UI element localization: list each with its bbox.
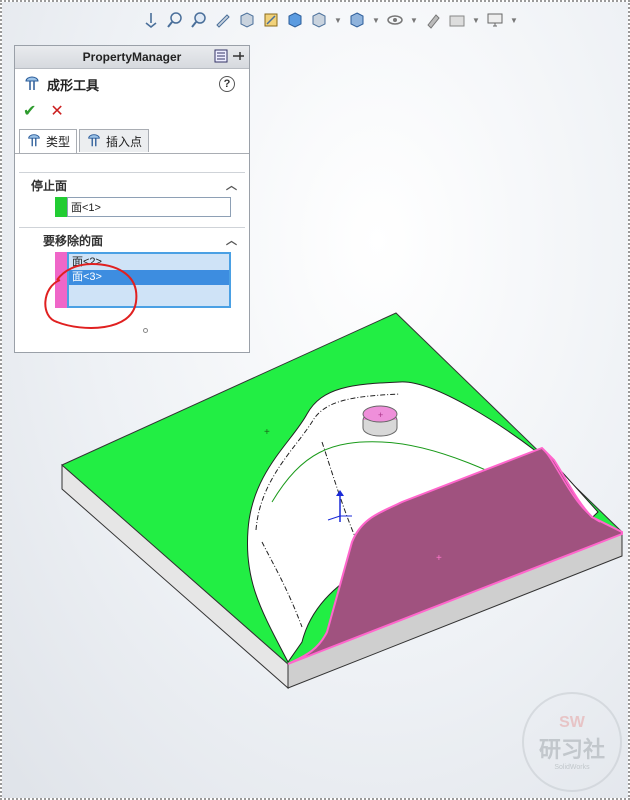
graphics-area[interactable]: ▼ ▼ ▼ ▼ ▼ + + + PropertyManager 成形工具 ? ✔… <box>2 2 628 798</box>
watermark-logo: SW 研习社 SolidWorks <box>522 692 622 792</box>
red-annotation-circle <box>44 262 138 329</box>
